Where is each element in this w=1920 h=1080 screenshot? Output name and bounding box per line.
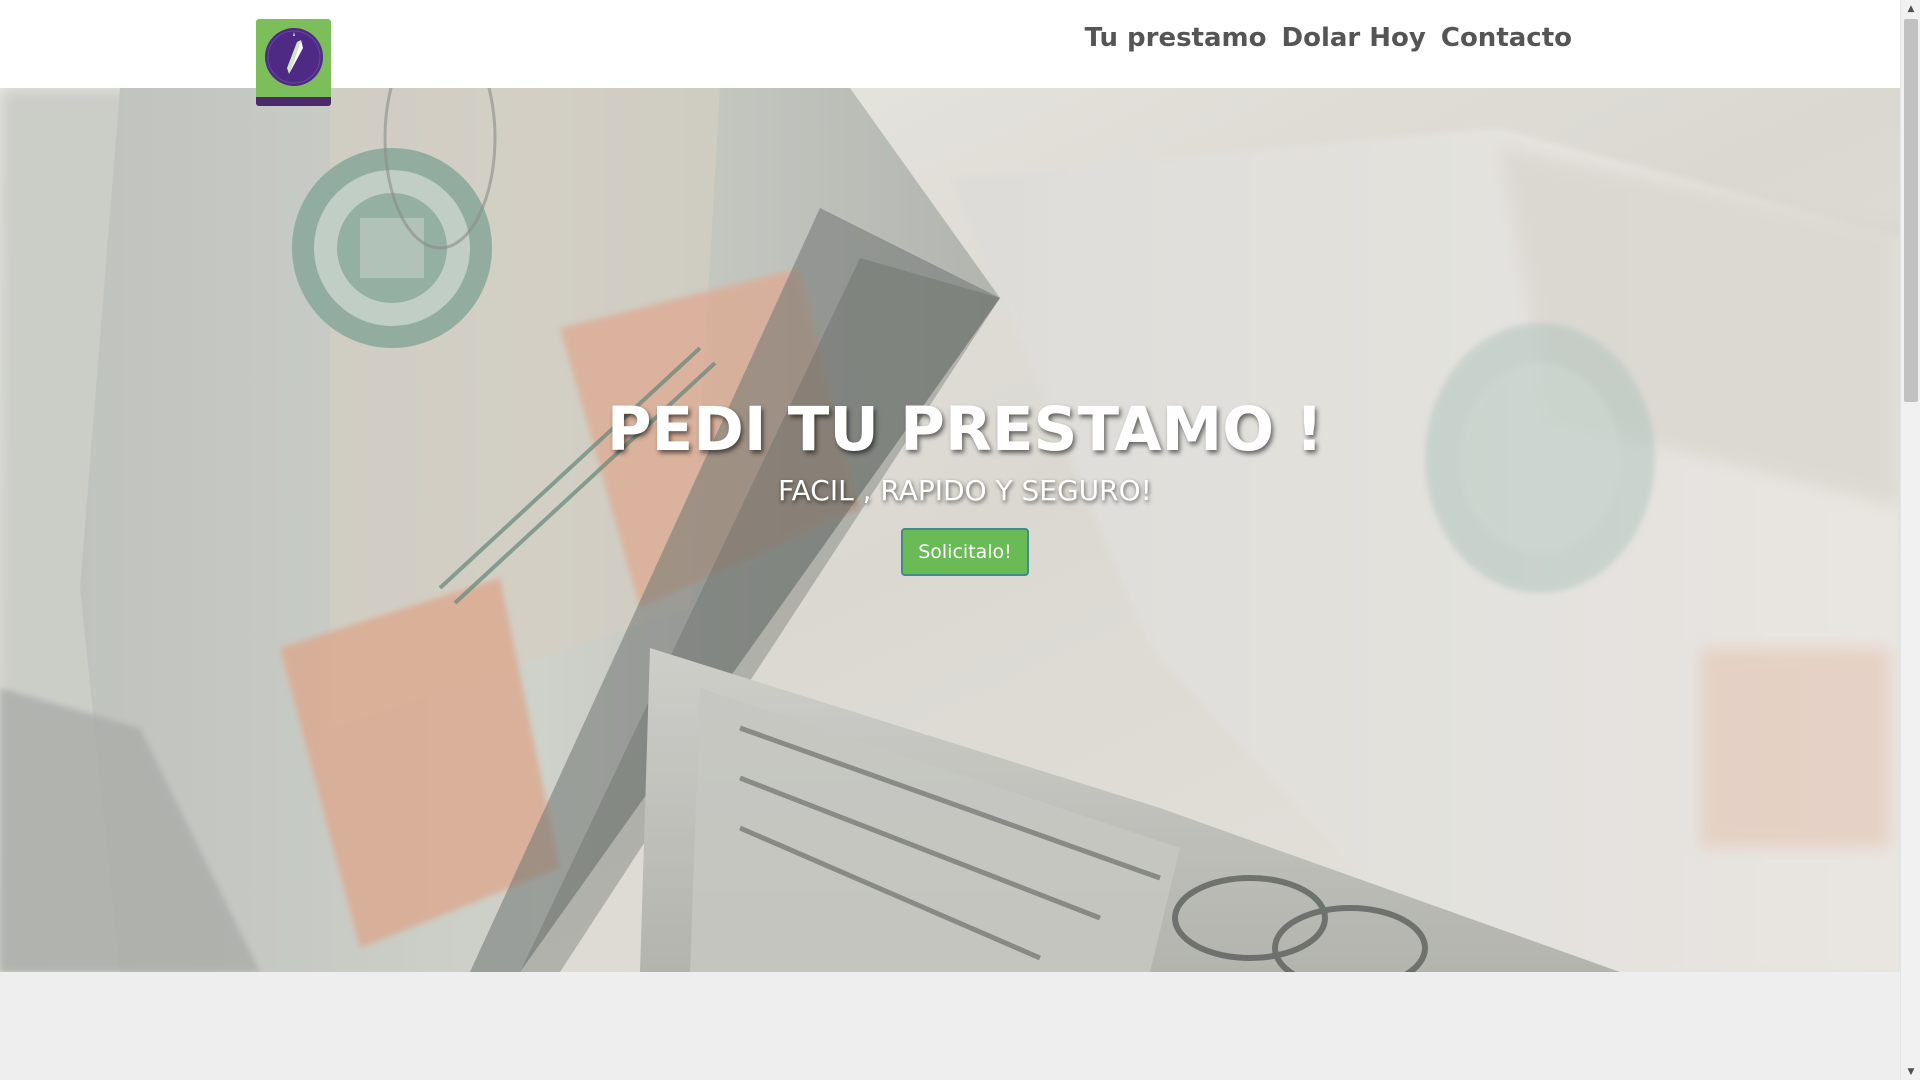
main-nav: Tu prestamo Dolar Hoy Contacto — [1085, 20, 1572, 56]
hero-content: PEDI TU PRESTAMO ! FACIL , RAPIDO Y SEGU… — [0, 88, 1900, 972]
nav-link-dolar-hoy[interactable]: Dolar Hoy — [1282, 20, 1426, 56]
logo[interactable] — [256, 19, 331, 106]
triangle-up-icon[interactable]: ▲ — [1901, 0, 1920, 17]
triangle-down-icon[interactable]: ▼ — [1901, 1063, 1920, 1080]
nav-link-tu-prestamo[interactable]: Tu prestamo — [1085, 20, 1267, 56]
logo-base — [256, 97, 331, 106]
scroll-thumb[interactable] — [1904, 19, 1918, 402]
hero-subtitle: FACIL , RAPIDO Y SEGURO! — [778, 474, 1152, 507]
content-section — [0, 972, 1900, 1080]
hero-title: PEDI TU PRESTAMO ! — [606, 394, 1324, 465]
navbar: Tu prestamo Dolar Hoy Contacto — [0, 0, 1900, 106]
page-scrollbar[interactable]: ▲ ▼ — [1900, 0, 1920, 1080]
solicitalo-button[interactable]: Solicitalo! — [901, 528, 1029, 576]
nav-link-contacto[interactable]: Contacto — [1441, 20, 1572, 56]
hero-section: PEDI TU PRESTAMO ! FACIL , RAPIDO Y SEGU… — [0, 88, 1900, 972]
compass-icon — [265, 28, 323, 86]
